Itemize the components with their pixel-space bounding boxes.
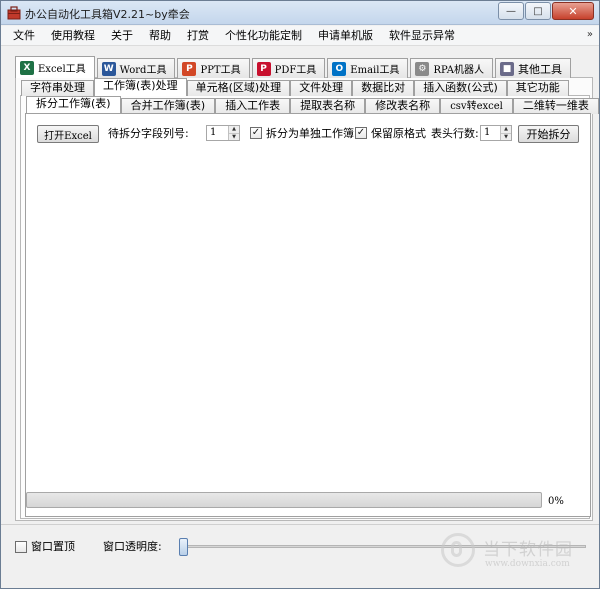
start-split-button[interactable]: 开始拆分 xyxy=(518,125,579,143)
ppt-icon: P xyxy=(182,61,197,76)
split-panel xyxy=(25,113,591,517)
topmost-checkbox[interactable] xyxy=(15,541,27,553)
minimize-icon: — xyxy=(506,5,516,17)
tab-other-tools[interactable]: ■ 其他工具 xyxy=(495,58,571,78)
bottom-divider xyxy=(1,524,599,525)
app-icon xyxy=(7,6,21,20)
tab-label: PDF工具 xyxy=(274,65,317,76)
minimize-button[interactable]: — xyxy=(498,2,524,20)
menu-tutorial[interactable]: 使用教程 xyxy=(43,26,103,46)
chevron-down-icon[interactable]: ▼ xyxy=(501,133,511,140)
tab-merge-workbook[interactable]: 合并工作簿(表) xyxy=(120,98,216,114)
title-bar[interactable]: 办公自动化工具箱V2.21~by牵会 — □ ✕ xyxy=(1,1,599,25)
tab-email-tools[interactable]: O Email工具 xyxy=(327,58,409,78)
chevron-down-icon[interactable]: ▼ xyxy=(229,133,239,140)
excel-icon: X xyxy=(20,60,34,75)
category-tabs: 字符串处理 工作簿(表)处理 单元格(区域)处理 文件处理 数据比对 插入函数(… xyxy=(21,78,569,96)
pdf-icon: P xyxy=(256,61,271,76)
word-icon: W xyxy=(101,61,116,76)
menu-overflow-icon[interactable]: » xyxy=(587,29,593,40)
column-label: 待拆分字段列号: xyxy=(108,127,189,140)
split-separate-checkbox[interactable]: ✓ xyxy=(250,127,262,139)
sub-tabs: 拆分工作簿(表) 合并工作簿(表) 插入工作表 提取表名称 修改表名称 csv转… xyxy=(26,96,599,114)
watermark-url: www.downxia.com xyxy=(485,559,570,569)
maximize-button[interactable]: □ xyxy=(525,2,551,20)
tab-rpa-robot[interactable]: ⚙ RPA机器人 xyxy=(410,58,493,78)
column-number-value: 1 xyxy=(210,127,217,138)
tab-label: 其他工具 xyxy=(518,62,562,76)
tab-split-workbook[interactable]: 拆分工作簿(表) xyxy=(26,96,121,114)
folder-icon: ■ xyxy=(500,61,514,76)
tab-label: PPT工具 xyxy=(200,65,241,76)
keep-format-checkbox[interactable]: ✓ xyxy=(355,127,367,139)
menu-customize[interactable]: 个性化功能定制 xyxy=(217,26,310,46)
close-icon: ✕ xyxy=(568,4,578,18)
header-rows-value: 1 xyxy=(484,127,491,138)
tab-data-compare[interactable]: 数据比对 xyxy=(352,80,415,96)
opacity-slider-handle[interactable] xyxy=(179,538,188,556)
tab-label: RPA机器人 xyxy=(433,65,484,76)
tab-csv-to-excel[interactable]: csv转excel xyxy=(440,98,513,114)
tab-pdf-tools[interactable]: P PDF工具 xyxy=(251,58,326,78)
watermark: 当下软件园 www.downxia.com xyxy=(441,533,591,583)
tab-extract-sheet-names[interactable]: 提取表名称 xyxy=(290,98,366,114)
app-window: 办公自动化工具箱V2.21~by牵会 — □ ✕ 文件 使用教程 关于 帮助 打… xyxy=(0,0,600,589)
stepper-arrows[interactable]: ▲ ▼ xyxy=(228,126,239,140)
progress-bar xyxy=(26,492,542,508)
chevron-up-icon[interactable]: ▲ xyxy=(229,126,239,133)
email-icon: O xyxy=(332,61,347,76)
tab-other-functions[interactable]: 其它功能 xyxy=(506,80,569,96)
menu-display-issue[interactable]: 软件显示异常 xyxy=(381,26,463,46)
maximize-icon: □ xyxy=(533,5,543,17)
menu-file[interactable]: 文件 xyxy=(5,26,43,46)
tab-insert-function[interactable]: 插入函数(公式) xyxy=(414,80,507,96)
menu-about[interactable]: 关于 xyxy=(103,26,141,46)
watermark-text: 当下软件园 xyxy=(483,540,573,560)
close-button[interactable]: ✕ xyxy=(552,2,594,20)
tab-file-processing[interactable]: 文件处理 xyxy=(290,80,353,96)
window-controls: — □ ✕ xyxy=(497,2,594,20)
tab-label: csv转excel xyxy=(450,101,503,112)
tab-2d-to-1d[interactable]: 二维转一维表 xyxy=(512,98,599,114)
menu-help[interactable]: 帮助 xyxy=(141,26,179,46)
menu-standalone[interactable]: 申请单机版 xyxy=(310,26,381,46)
tab-insert-sheet[interactable]: 插入工作表 xyxy=(215,98,291,114)
tab-label: Word工具 xyxy=(119,65,167,76)
tab-excel-tools[interactable]: X Excel工具 xyxy=(15,56,95,78)
robot-icon: ⚙ xyxy=(415,61,430,76)
tab-cell-processing[interactable]: 单元格(区域)处理 xyxy=(186,80,291,96)
tab-rename-sheets[interactable]: 修改表名称 xyxy=(365,98,441,114)
tool-tabs: X Excel工具 W Word工具 P PPT工具 P PDF工具 O Ema… xyxy=(15,56,573,78)
column-number-stepper[interactable]: 1 ▲ ▼ xyxy=(206,125,240,141)
watermark-logo-inner xyxy=(451,541,462,557)
stepper-arrows[interactable]: ▲ ▼ xyxy=(500,126,511,140)
topmost-label[interactable]: 窗口置顶 xyxy=(31,540,75,554)
chevron-up-icon[interactable]: ▲ xyxy=(501,126,511,133)
tab-string-processing[interactable]: 字符串处理 xyxy=(21,80,94,96)
opacity-label: 窗口透明度: xyxy=(103,540,162,553)
split-separate-label[interactable]: 拆分为单独工作簿 xyxy=(266,127,354,141)
tab-workbook-processing[interactable]: 工作簿(表)处理 xyxy=(94,78,187,96)
header-rows-stepper[interactable]: 1 ▲ ▼ xyxy=(480,125,512,141)
keep-format-label[interactable]: 保留原格式 xyxy=(371,127,426,141)
window-title: 办公自动化工具箱V2.21~by牵会 xyxy=(25,8,190,21)
tab-label: Email工具 xyxy=(350,65,400,76)
header-rows-label: 表头行数: xyxy=(431,127,479,140)
open-excel-button[interactable]: 打开Excel xyxy=(37,125,99,143)
progress-percent: 0% xyxy=(548,496,564,507)
menu-donate[interactable]: 打赏 xyxy=(179,26,217,46)
tab-ppt-tools[interactable]: P PPT工具 xyxy=(177,58,250,78)
tab-label: Excel工具 xyxy=(38,64,86,75)
menu-bar: 文件 使用教程 关于 帮助 打赏 个性化功能定制 申请单机版 软件显示异常 » xyxy=(1,26,599,46)
tab-word-tools[interactable]: W Word工具 xyxy=(96,58,176,78)
